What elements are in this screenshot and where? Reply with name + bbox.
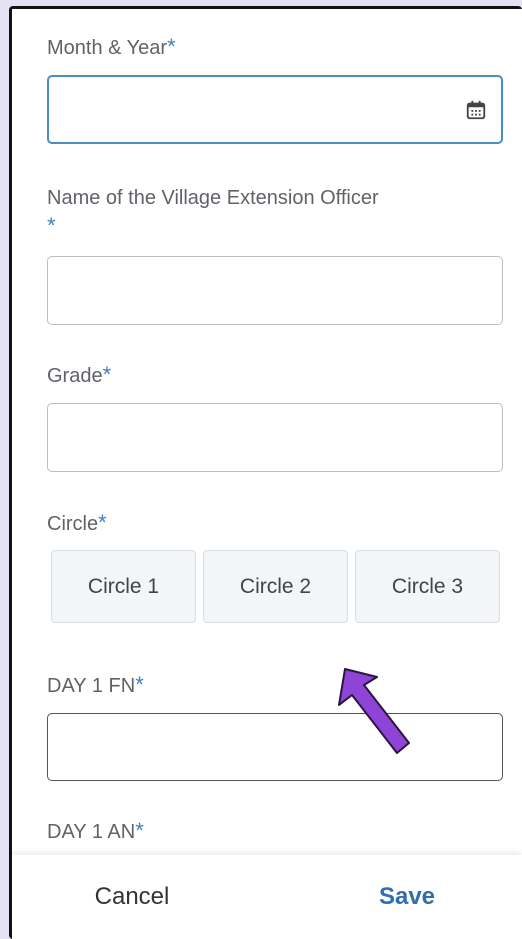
month-year-field[interactable] bbox=[47, 75, 503, 144]
grade-input[interactable] bbox=[48, 404, 502, 471]
circle-option-1[interactable]: Circle 1 bbox=[51, 550, 196, 623]
day1-fn-field[interactable] bbox=[47, 713, 503, 781]
grade-label: Grade* bbox=[47, 361, 111, 390]
day1-fn-label-text: DAY 1 FN bbox=[47, 675, 136, 697]
required-asterisk: * bbox=[98, 510, 107, 535]
required-asterisk: * bbox=[135, 818, 144, 843]
officer-input[interactable] bbox=[48, 257, 502, 324]
month-year-input[interactable] bbox=[49, 77, 501, 142]
circle-option-3[interactable]: Circle 3 bbox=[355, 550, 500, 623]
save-button[interactable]: Save bbox=[332, 867, 482, 927]
grade-label-text: Grade bbox=[47, 365, 103, 387]
officer-label: Name of the Village Extension Officer * bbox=[47, 184, 487, 241]
day1-an-label: DAY 1 AN* bbox=[47, 817, 144, 846]
day1-fn-input[interactable] bbox=[48, 714, 502, 780]
officer-label-text: Name of the Village Extension Officer bbox=[47, 187, 379, 209]
phone-device: Month & Year* Name of the Village Extens… bbox=[9, 6, 522, 939]
required-asterisk: * bbox=[167, 34, 176, 59]
circle-label-text: Circle bbox=[47, 513, 99, 535]
calendar-icon[interactable] bbox=[465, 99, 487, 121]
arrow-icon bbox=[338, 668, 410, 754]
cancel-button[interactable]: Cancel bbox=[57, 867, 207, 927]
required-asterisk: * bbox=[102, 362, 112, 387]
required-asterisk: * bbox=[135, 672, 144, 697]
grade-field[interactable] bbox=[47, 403, 503, 472]
officer-field[interactable] bbox=[47, 256, 503, 325]
month-year-label-text: Month & Year bbox=[47, 37, 168, 59]
circle-option-2[interactable]: Circle 2 bbox=[203, 550, 348, 623]
form-screen: Month & Year* Name of the Village Extens… bbox=[12, 9, 522, 939]
action-footer: Cancel Save bbox=[12, 855, 522, 939]
required-asterisk: * bbox=[47, 213, 56, 238]
circle-label: Circle* bbox=[47, 509, 107, 538]
month-year-label: Month & Year* bbox=[47, 33, 176, 62]
day1-fn-label: DAY 1 FN* bbox=[47, 671, 144, 700]
day1-an-label-text: DAY 1 AN bbox=[47, 821, 136, 843]
background-frame: Month & Year* Name of the Village Extens… bbox=[0, 0, 522, 939]
